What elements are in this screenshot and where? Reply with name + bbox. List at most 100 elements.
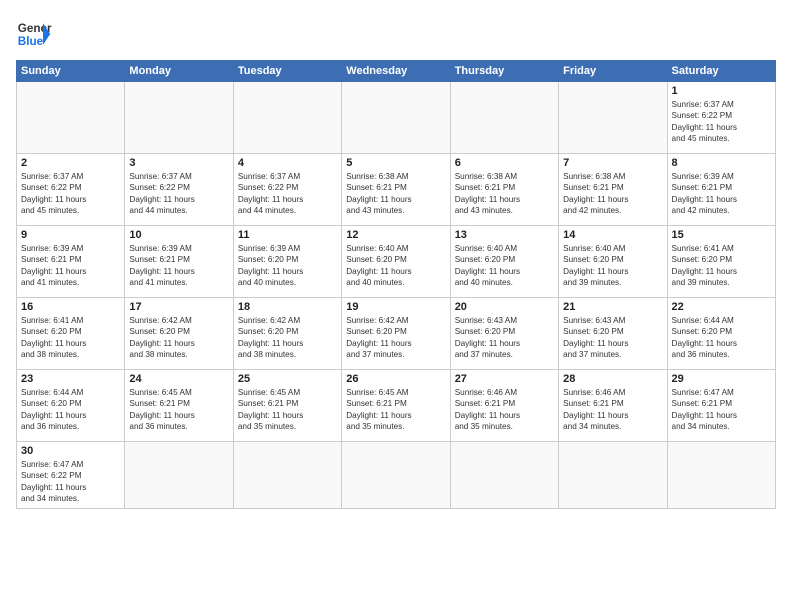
calendar-cell: 6 Sunrise: 6:38 AM Sunset: 6:21 PM Daylig… xyxy=(450,154,558,226)
calendar-cell: 19 Sunrise: 6:42 AM Sunset: 6:20 PM Dayli… xyxy=(342,298,450,370)
calendar-cell: 14 Sunrise: 6:40 AM Sunset: 6:20 PM Dayli… xyxy=(559,226,667,298)
calendar-cell: 3Sunrise: 6:37 AM Sunset: 6:22 PM Daylig… xyxy=(125,154,233,226)
day-info: Sunrise: 6:41 AM Sunset: 6:20 PM Dayligh… xyxy=(672,243,771,289)
weekday-header-tuesday: Tuesday xyxy=(233,61,341,82)
day-number: 20 xyxy=(455,301,554,313)
day-info: Sunrise: 6:46 AM Sunset: 6:21 PM Dayligh… xyxy=(563,387,662,433)
calendar-cell: 21 Sunrise: 6:43 AM Sunset: 6:20 PM Dayli… xyxy=(559,298,667,370)
day-number: 27 xyxy=(455,373,554,385)
calendar-cell: 16Sunrise: 6:41 AM Sunset: 6:20 PM Dayli… xyxy=(17,298,125,370)
day-info: Sunrise: 6:37 AM Sunset: 6:22 PM Dayligh… xyxy=(129,171,228,217)
calendar-cell xyxy=(342,442,450,509)
day-number: 15 xyxy=(672,229,771,241)
day-info: Sunrise: 6:40 AM Sunset: 6:20 PM Dayligh… xyxy=(346,243,445,289)
day-info: Sunrise: 6:42 AM Sunset: 6:20 PM Dayligh… xyxy=(346,315,445,361)
calendar-cell: 27 Sunrise: 6:46 AM Sunset: 6:21 PM Dayli… xyxy=(450,370,558,442)
day-info: Sunrise: 6:47 AM Sunset: 6:22 PM Dayligh… xyxy=(21,459,120,505)
svg-text:Blue: Blue xyxy=(18,35,44,48)
calendar-cell xyxy=(450,442,558,509)
calendar-week-row: 9 Sunrise: 6:39 AM Sunset: 6:21 PM Daylig… xyxy=(17,226,776,298)
calendar-cell: 4Sunrise: 6:37 AM Sunset: 6:22 PM Daylig… xyxy=(233,154,341,226)
calendar-week-row: 23 Sunrise: 6:44 AM Sunset: 6:20 PM Dayli… xyxy=(17,370,776,442)
calendar-cell: 24Sunrise: 6:45 AM Sunset: 6:21 PM Dayli… xyxy=(125,370,233,442)
calendar-cell xyxy=(559,82,667,154)
calendar-cell: 12 Sunrise: 6:40 AM Sunset: 6:20 PM Dayli… xyxy=(342,226,450,298)
day-number: 29 xyxy=(672,373,771,385)
weekday-header-sunday: Sunday xyxy=(17,61,125,82)
day-number: 13 xyxy=(455,229,554,241)
day-info: Sunrise: 6:42 AM Sunset: 6:20 PM Dayligh… xyxy=(129,315,228,361)
weekday-header-thursday: Thursday xyxy=(450,61,558,82)
header: General Blue xyxy=(16,16,776,52)
calendar-cell xyxy=(342,82,450,154)
day-info: Sunrise: 6:42 AM Sunset: 6:20 PM Dayligh… xyxy=(238,315,337,361)
calendar-cell: 23 Sunrise: 6:44 AM Sunset: 6:20 PM Dayli… xyxy=(17,370,125,442)
calendar-cell xyxy=(559,442,667,509)
day-info: Sunrise: 6:46 AM Sunset: 6:21 PM Dayligh… xyxy=(455,387,554,433)
calendar-cell: 10Sunrise: 6:39 AM Sunset: 6:21 PM Dayli… xyxy=(125,226,233,298)
day-info: Sunrise: 6:45 AM Sunset: 6:21 PM Dayligh… xyxy=(346,387,445,433)
day-info: Sunrise: 6:40 AM Sunset: 6:20 PM Dayligh… xyxy=(455,243,554,289)
day-number: 30 xyxy=(21,445,120,457)
calendar-cell: 13 Sunrise: 6:40 AM Sunset: 6:20 PM Dayli… xyxy=(450,226,558,298)
day-number: 19 xyxy=(346,301,445,313)
weekday-header-row: SundayMondayTuesdayWednesdayThursdayFrid… xyxy=(17,61,776,82)
calendar-cell xyxy=(667,442,775,509)
day-info: Sunrise: 6:40 AM Sunset: 6:20 PM Dayligh… xyxy=(563,243,662,289)
weekday-header-friday: Friday xyxy=(559,61,667,82)
day-number: 25 xyxy=(238,373,337,385)
day-info: Sunrise: 6:37 AM Sunset: 6:22 PM Dayligh… xyxy=(21,171,120,217)
logo: General Blue xyxy=(16,16,52,52)
day-info: Sunrise: 6:43 AM Sunset: 6:20 PM Dayligh… xyxy=(455,315,554,361)
calendar-cell: 30 Sunrise: 6:47 AM Sunset: 6:22 PM Dayli… xyxy=(17,442,125,509)
calendar-week-row: 30 Sunrise: 6:47 AM Sunset: 6:22 PM Dayli… xyxy=(17,442,776,509)
calendar-cell: 11Sunrise: 6:39 AM Sunset: 6:20 PM Dayli… xyxy=(233,226,341,298)
day-number: 23 xyxy=(21,373,120,385)
calendar-cell: 18Sunrise: 6:42 AM Sunset: 6:20 PM Dayli… xyxy=(233,298,341,370)
calendar-cell xyxy=(125,82,233,154)
calendar-week-row: 1Sunrise: 6:37 AM Sunset: 6:22 PM Daylig… xyxy=(17,82,776,154)
calendar-cell: 5 Sunrise: 6:38 AM Sunset: 6:21 PM Daylig… xyxy=(342,154,450,226)
day-info: Sunrise: 6:47 AM Sunset: 6:21 PM Dayligh… xyxy=(672,387,771,433)
day-number: 21 xyxy=(563,301,662,313)
day-number: 14 xyxy=(563,229,662,241)
day-number: 5 xyxy=(346,157,445,169)
day-info: Sunrise: 6:44 AM Sunset: 6:20 PM Dayligh… xyxy=(21,387,120,433)
calendar-cell: 17Sunrise: 6:42 AM Sunset: 6:20 PM Dayli… xyxy=(125,298,233,370)
page: General Blue SundayMondayTuesdayWednesda… xyxy=(0,0,792,612)
day-number: 16 xyxy=(21,301,120,313)
day-info: Sunrise: 6:39 AM Sunset: 6:21 PM Dayligh… xyxy=(129,243,228,289)
day-info: Sunrise: 6:39 AM Sunset: 6:21 PM Dayligh… xyxy=(21,243,120,289)
day-info: Sunrise: 6:43 AM Sunset: 6:20 PM Dayligh… xyxy=(563,315,662,361)
calendar-cell: 7Sunrise: 6:38 AM Sunset: 6:21 PM Daylig… xyxy=(559,154,667,226)
day-number: 11 xyxy=(238,229,337,241)
calendar-cell xyxy=(233,442,341,509)
calendar-cell xyxy=(233,82,341,154)
day-number: 4 xyxy=(238,157,337,169)
calendar-cell: 9 Sunrise: 6:39 AM Sunset: 6:21 PM Daylig… xyxy=(17,226,125,298)
calendar-cell: 8Sunrise: 6:39 AM Sunset: 6:21 PM Daylig… xyxy=(667,154,775,226)
day-info: Sunrise: 6:45 AM Sunset: 6:21 PM Dayligh… xyxy=(129,387,228,433)
day-info: Sunrise: 6:38 AM Sunset: 6:21 PM Dayligh… xyxy=(563,171,662,217)
day-number: 26 xyxy=(346,373,445,385)
calendar-cell xyxy=(17,82,125,154)
calendar-cell: 28Sunrise: 6:46 AM Sunset: 6:21 PM Dayli… xyxy=(559,370,667,442)
calendar-cell: 25Sunrise: 6:45 AM Sunset: 6:21 PM Dayli… xyxy=(233,370,341,442)
day-number: 6 xyxy=(455,157,554,169)
calendar-cell: 1Sunrise: 6:37 AM Sunset: 6:22 PM Daylig… xyxy=(667,82,775,154)
day-info: Sunrise: 6:38 AM Sunset: 6:21 PM Dayligh… xyxy=(346,171,445,217)
day-number: 12 xyxy=(346,229,445,241)
day-number: 9 xyxy=(21,229,120,241)
day-info: Sunrise: 6:39 AM Sunset: 6:21 PM Dayligh… xyxy=(672,171,771,217)
calendar-cell: 20 Sunrise: 6:43 AM Sunset: 6:20 PM Dayli… xyxy=(450,298,558,370)
weekday-header-monday: Monday xyxy=(125,61,233,82)
weekday-header-wednesday: Wednesday xyxy=(342,61,450,82)
weekday-header-saturday: Saturday xyxy=(667,61,775,82)
day-number: 2 xyxy=(21,157,120,169)
calendar-cell: 29 Sunrise: 6:47 AM Sunset: 6:21 PM Dayli… xyxy=(667,370,775,442)
calendar-cell: 15 Sunrise: 6:41 AM Sunset: 6:20 PM Dayli… xyxy=(667,226,775,298)
day-info: Sunrise: 6:38 AM Sunset: 6:21 PM Dayligh… xyxy=(455,171,554,217)
calendar-table: SundayMondayTuesdayWednesdayThursdayFrid… xyxy=(16,60,776,509)
logo-icon: General Blue xyxy=(16,16,52,52)
calendar-week-row: 16Sunrise: 6:41 AM Sunset: 6:20 PM Dayli… xyxy=(17,298,776,370)
